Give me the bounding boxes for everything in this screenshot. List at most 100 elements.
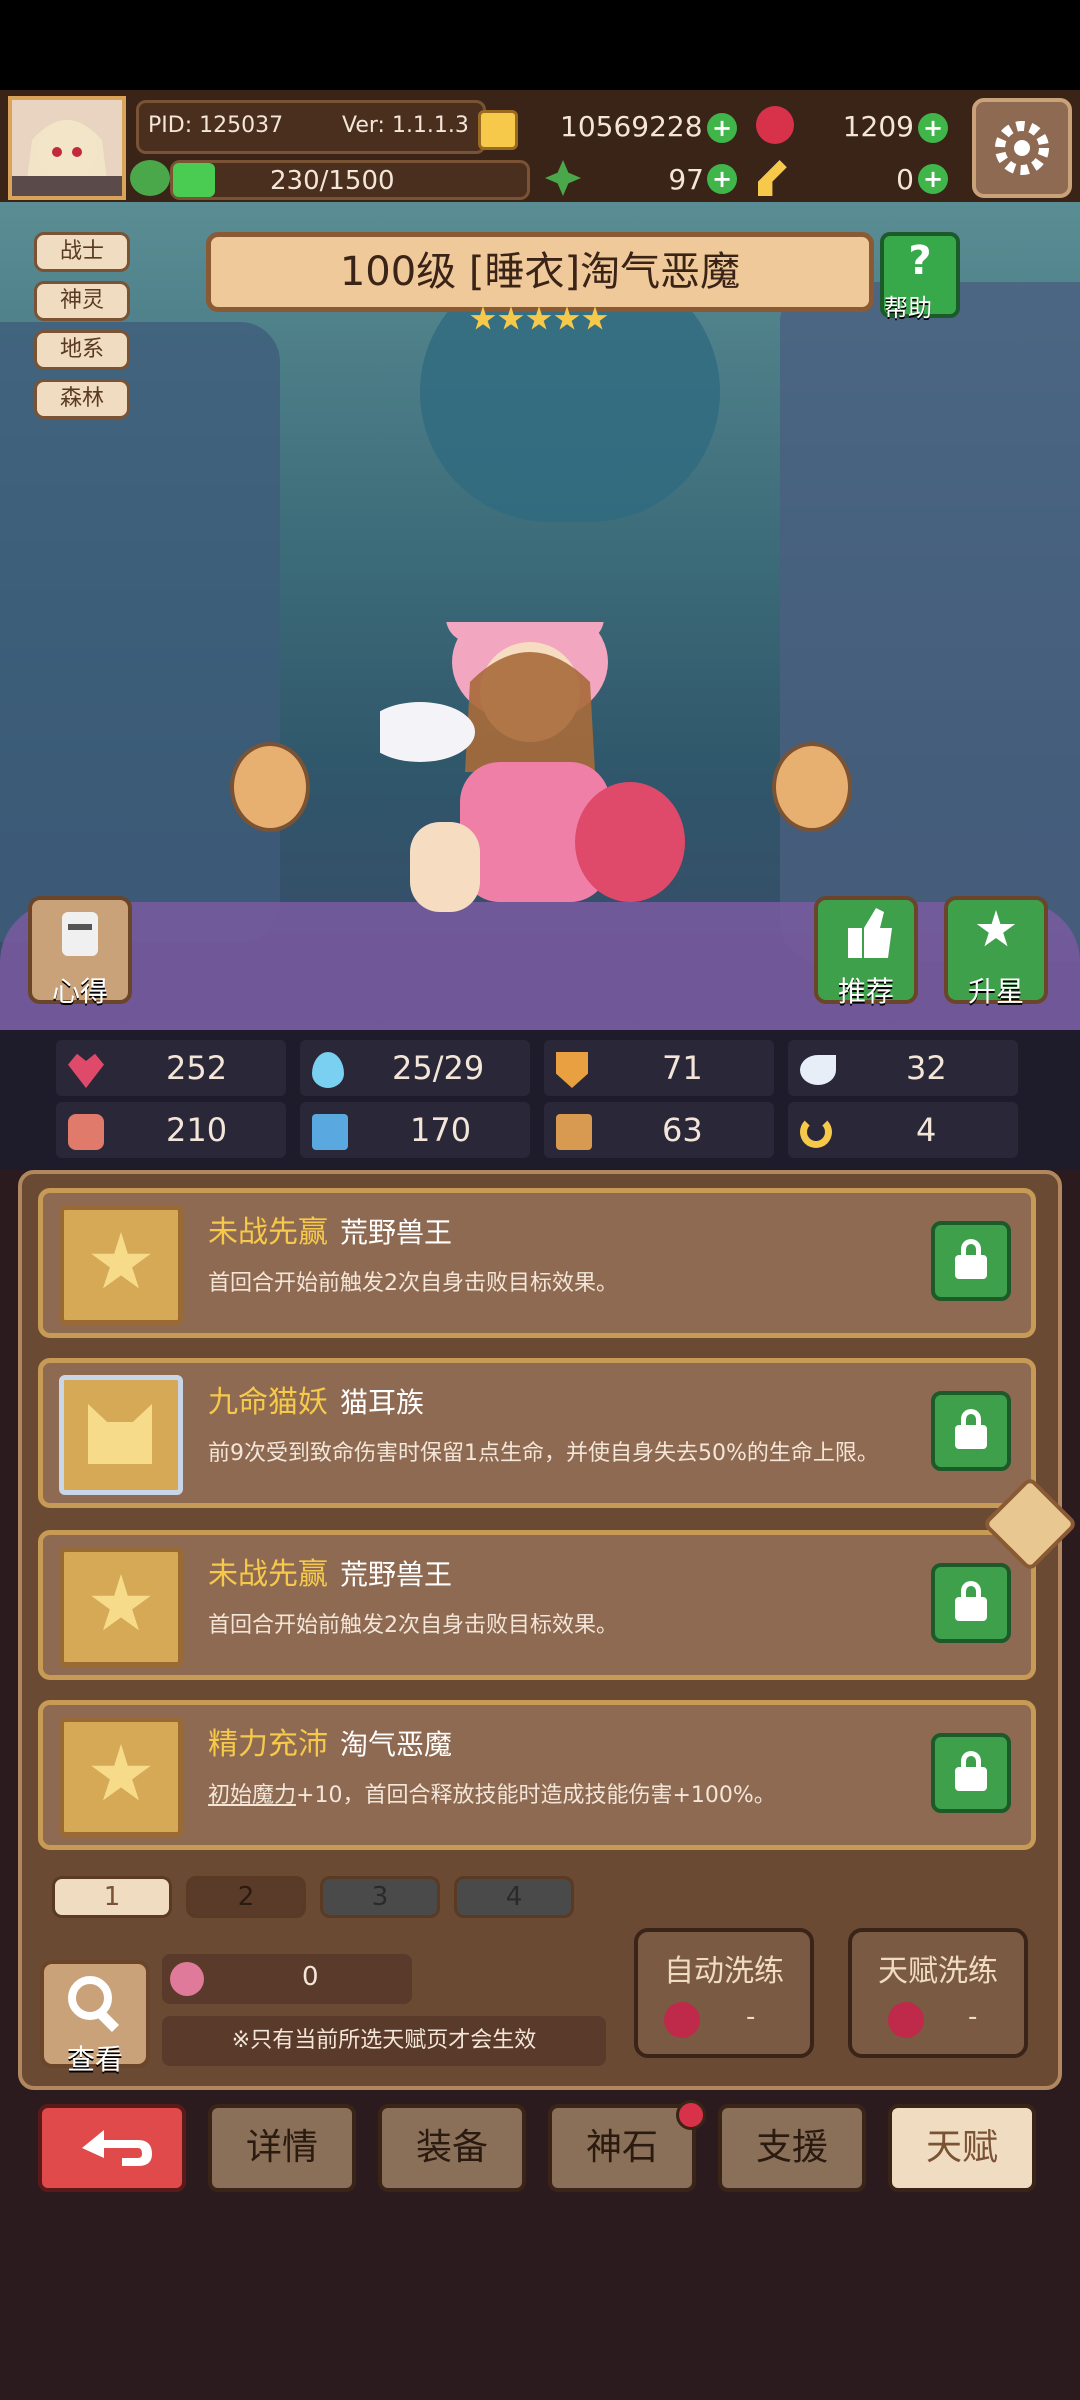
talent-desc: 首回合开始前触发2次自身击败目标效果。 <box>208 1271 618 1296</box>
lock-button[interactable] <box>931 1733 1011 1813</box>
hero-title: 100级 [睡衣]淘气恶魔 <box>206 232 874 312</box>
notes-icon <box>62 912 98 956</box>
talent-page-tab-3[interactable]: 3 <box>320 1876 440 1918</box>
book-icon <box>312 1114 348 1150</box>
talent-card[interactable]: 未战先赢 荒野兽王 首回合开始前触发2次自身击败目标效果。 <box>38 1530 1036 1680</box>
talent-card[interactable]: 九命猫妖 猫耳族 前9次受到致命伤害时保留1点生命，并使自身失去50%的生命上限。 <box>38 1358 1036 1508</box>
class-tag: 战士 <box>34 232 130 272</box>
notes-label: 心得 <box>51 975 108 1008</box>
talent-card[interactable]: 未战先赢 荒野兽王 首回合开始前触发2次自身击败目标效果。 <box>38 1188 1036 1338</box>
star-icon <box>470 306 496 330</box>
talent-icon <box>59 1205 183 1325</box>
heart-icon <box>68 1053 104 1088</box>
talent-icon <box>59 1375 183 1495</box>
tree-right <box>780 282 1080 962</box>
nav-talent[interactable]: 天赋 <box>888 2104 1036 2192</box>
fruit-icon <box>664 2002 700 2038</box>
recommend-label: 推荐 <box>837 975 894 1008</box>
add-gem-button[interactable]: + <box>918 113 948 143</box>
stat-mana-value: 25/29 <box>392 1049 485 1087</box>
auto-wash-button[interactable]: 自动洗练 - <box>634 1928 814 2058</box>
add-gold-button[interactable]: + <box>707 113 737 143</box>
fruit-icon <box>170 1962 204 1996</box>
stat-mana: 25/29 <box>300 1040 530 1096</box>
notification-dot <box>676 2100 706 2130</box>
auto-wash-label: 自动洗练 <box>664 1954 784 1989</box>
lock-button[interactable] <box>931 1563 1011 1643</box>
shield-icon <box>556 1052 588 1088</box>
wing-icon <box>800 1055 836 1085</box>
player-id: PID: 125037 <box>148 113 284 138</box>
stat-hp: 252 <box>56 1040 286 1096</box>
gold-coin-icon <box>478 110 518 150</box>
nav-divine-stone[interactable]: 神石 <box>548 2104 696 2192</box>
add-clover-button[interactable]: + <box>707 164 737 194</box>
stat-attack: 210 <box>56 1102 286 1158</box>
star-icon <box>582 306 608 330</box>
talent-title: 精力充沛 淘气恶魔 <box>208 1727 453 1762</box>
gold-amount: 10569228 <box>560 110 703 143</box>
talent-icon <box>59 1717 183 1837</box>
talent-desc-link[interactable]: 初始魔力 <box>208 1783 296 1808</box>
magnifier-icon <box>68 1976 120 2033</box>
lock-button[interactable] <box>931 1221 1011 1301</box>
stat-hp-value: 252 <box>166 1049 228 1087</box>
fruit-icon <box>888 2002 924 2038</box>
gem-amount: 1209 <box>842 110 914 143</box>
stat-speed: 32 <box>788 1040 1018 1096</box>
stat-attack-value: 210 <box>166 1111 228 1149</box>
star-icon <box>526 306 552 330</box>
nav-support[interactable]: 支援 <box>718 2104 866 2192</box>
stat-agility-value: 63 <box>662 1111 703 1149</box>
talent-title: 九命猫妖 猫耳族 <box>208 1385 425 1420</box>
settings-button[interactable] <box>972 98 1072 198</box>
stat-luck: 4 <box>788 1102 1018 1158</box>
nav-details[interactable]: 详情 <box>208 2104 356 2192</box>
stat-defense-value: 71 <box>662 1049 703 1087</box>
stat-luck-value: 4 <box>916 1111 937 1149</box>
next-hero-button[interactable] <box>772 742 852 832</box>
player-avatar[interactable] <box>8 96 126 200</box>
return-arrow-icon <box>82 2130 152 2166</box>
talent-card[interactable]: 精力充沛 淘气恶魔 初始魔力+10，首回合释放技能时造成技能伤害+100%。 <box>38 1700 1036 1850</box>
stat-magic-value: 170 <box>410 1111 472 1149</box>
talent-wash-cost: - <box>968 2002 978 2032</box>
talent-page-tab-4[interactable]: 4 <box>454 1876 574 1918</box>
talent-page-tab-1[interactable]: 1 <box>52 1876 172 1918</box>
water-drop-icon <box>312 1052 344 1088</box>
exp-text: 230/1500 <box>270 166 395 196</box>
auto-wash-cost: - <box>746 2002 756 2032</box>
talent-icon <box>59 1547 183 1667</box>
stat-magic: 170 <box>300 1102 530 1158</box>
hero-stars <box>470 306 608 332</box>
fruit-count: 0 <box>302 1962 319 1992</box>
lock-button[interactable] <box>931 1391 1011 1471</box>
element-tag: 地系 <box>34 330 130 370</box>
boot-icon <box>556 1114 592 1150</box>
view-label: 查看 <box>66 2043 123 2076</box>
talent-wash-button[interactable]: 天赋洗练 - <box>848 1928 1028 2058</box>
upstar-label: 升星 <box>967 975 1024 1008</box>
star-icon <box>498 306 524 330</box>
gear-icon <box>995 121 1049 175</box>
race-tag: 神灵 <box>34 281 130 321</box>
game-version: Ver: 1.1.1.3 <box>342 113 469 138</box>
talent-page-notice: ※只有当前所选天赋页才会生效 <box>162 2016 606 2066</box>
fruit-counter: 0 <box>162 1954 412 2004</box>
clover-amount: 97 <box>668 163 704 196</box>
stat-defense: 71 <box>544 1040 774 1096</box>
talent-page-tab-2[interactable]: 2 <box>186 1876 306 1918</box>
nav-equipment[interactable]: 装备 <box>378 2104 526 2192</box>
avatar-portrait-icon <box>12 100 122 196</box>
gem-icon <box>756 106 794 144</box>
stat-agility: 63 <box>544 1102 774 1158</box>
question-icon: ? <box>908 238 932 284</box>
talent-title: 未战先赢 荒野兽王 <box>208 1557 453 1592</box>
back-button[interactable] <box>38 2104 186 2192</box>
help-label: 帮助 <box>884 294 932 322</box>
add-key-button[interactable]: + <box>918 164 948 194</box>
prev-hero-button[interactable] <box>230 742 310 832</box>
thumbs-up-icon <box>848 908 892 958</box>
talent-wash-label: 天赋洗练 <box>878 1954 998 1989</box>
talent-desc: 前9次受到致命伤害时保留1点生命，并使自身失去50%的生命上限。 <box>208 1441 879 1466</box>
